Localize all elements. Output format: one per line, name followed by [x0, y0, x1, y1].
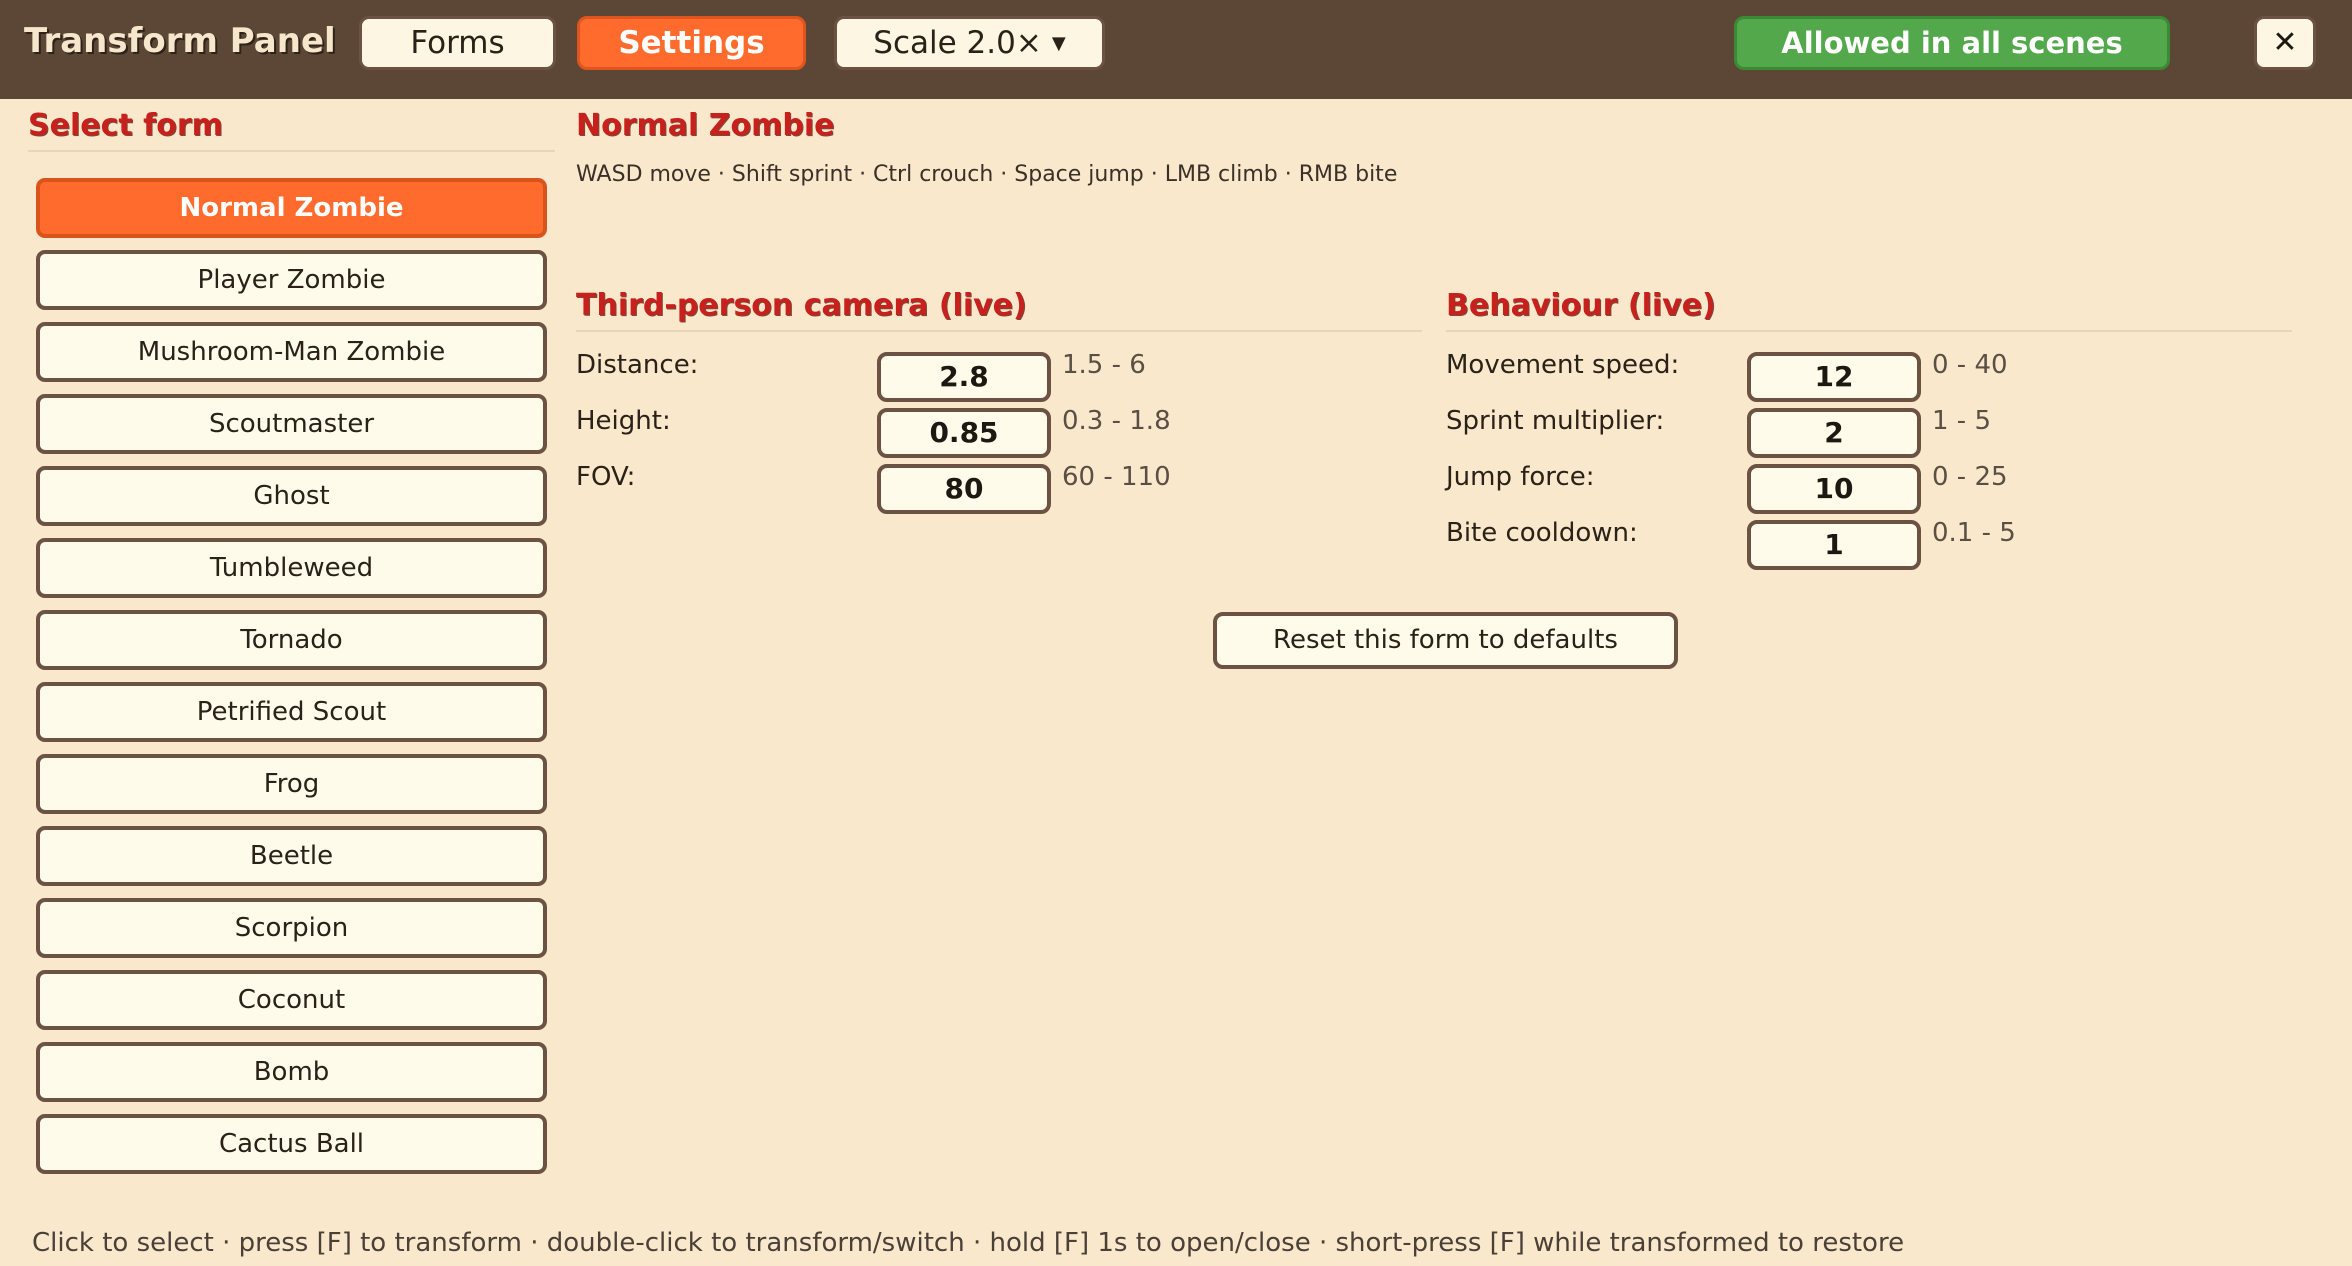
form-item[interactable]: Bomb	[36, 1042, 547, 1102]
form-item[interactable]: Petrified Scout	[36, 682, 547, 742]
footer-hint: Click to select · press [F] to transform…	[32, 1228, 1905, 1258]
form-item[interactable]: Player Zombie	[36, 250, 547, 310]
form-item[interactable]: Tumbleweed	[36, 538, 547, 598]
scale-dropdown[interactable]: Scale 2.0× ▼	[834, 16, 1105, 70]
tab-forms[interactable]: Forms	[359, 16, 556, 70]
sidebar-divider	[28, 150, 555, 152]
behaviour-field-range: 0.1 - 5	[1932, 518, 2016, 548]
panel-title: Transform Panel	[24, 21, 336, 61]
camera-field-range: 60 - 110	[1062, 462, 1171, 492]
camera-field-label: Height:	[576, 406, 671, 436]
form-item[interactable]: Beetle	[36, 826, 547, 886]
camera-field-range: 0.3 - 1.8	[1062, 406, 1171, 436]
behaviour-field-label: Bite cooldown:	[1446, 518, 1638, 548]
controls-hint: WASD move · Shift sprint · Ctrl crouch ·…	[576, 162, 1398, 187]
form-item[interactable]: Tornado	[36, 610, 547, 670]
form-title: Normal Zombie	[576, 108, 835, 143]
form-item[interactable]: Frog	[36, 754, 547, 814]
form-item[interactable]: Scorpion	[36, 898, 547, 958]
form-item[interactable]: Normal Zombie	[36, 178, 547, 238]
behaviour-field-range: 0 - 25	[1932, 462, 2008, 492]
reset-defaults-button[interactable]: Reset this form to defaults	[1213, 612, 1678, 669]
behaviour-field-input[interactable]: 12	[1747, 352, 1921, 402]
behaviour-field-label: Jump force:	[1446, 462, 1595, 492]
form-item[interactable]: Cactus Ball	[36, 1114, 547, 1174]
camera-field-input[interactable]: 0.85	[877, 408, 1051, 458]
chevron-down-icon: ▼	[1051, 33, 1066, 54]
form-item[interactable]: Ghost	[36, 466, 547, 526]
behaviour-field-range: 1 - 5	[1932, 406, 1991, 436]
form-item[interactable]: Scoutmaster	[36, 394, 547, 454]
camera-field-input[interactable]: 2.8	[877, 352, 1051, 402]
behaviour-field-label: Sprint multiplier:	[1446, 406, 1665, 436]
behaviour-divider	[1446, 330, 2292, 332]
camera-field-label: FOV:	[576, 462, 636, 492]
behaviour-field-label: Movement speed:	[1446, 350, 1680, 380]
camera-section-title: Third-person camera (live)	[576, 288, 1027, 323]
form-item[interactable]: Coconut	[36, 970, 547, 1030]
scale-dropdown-label: Scale 2.0×	[873, 25, 1042, 61]
behaviour-field-input[interactable]: 1	[1747, 520, 1921, 570]
camera-divider	[576, 330, 1422, 332]
camera-field-label: Distance:	[576, 350, 699, 380]
behaviour-field-range: 0 - 40	[1932, 350, 2008, 380]
close-icon[interactable]: ✕	[2254, 16, 2316, 70]
camera-field-input[interactable]: 80	[877, 464, 1051, 514]
tab-settings[interactable]: Settings	[577, 16, 806, 70]
form-item[interactable]: Mushroom-Man Zombie	[36, 322, 547, 382]
behaviour-section-title: Behaviour (live)	[1446, 288, 1716, 323]
behaviour-field-input[interactable]: 10	[1747, 464, 1921, 514]
sidebar-title: Select form	[28, 108, 223, 143]
top-bar: Transform Panel Forms Settings Scale 2.0…	[0, 0, 2352, 99]
behaviour-field-input[interactable]: 2	[1747, 408, 1921, 458]
allowed-scenes-toggle[interactable]: Allowed in all scenes	[1734, 16, 2170, 70]
camera-field-range: 1.5 - 6	[1062, 350, 1146, 380]
